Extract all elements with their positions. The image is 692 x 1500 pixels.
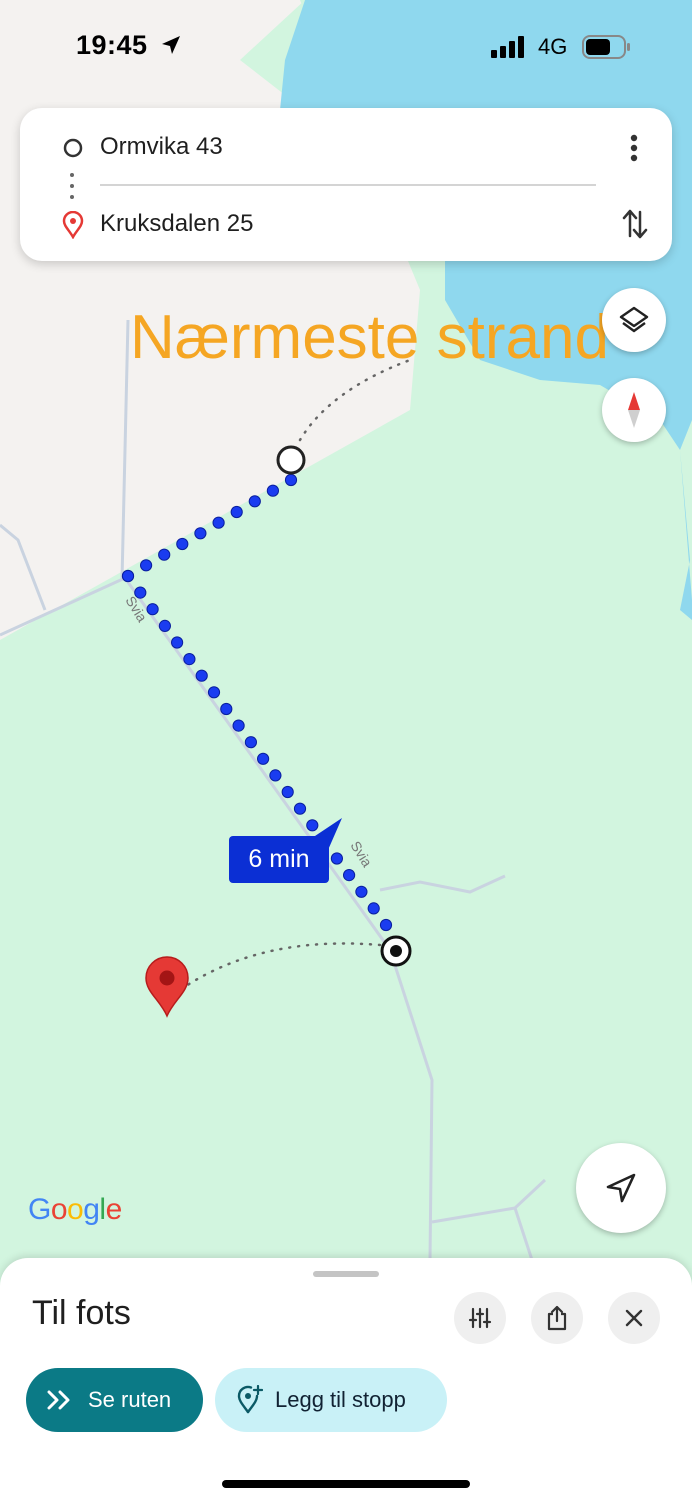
route-dot — [343, 869, 356, 882]
route-dot — [367, 902, 380, 915]
add-stop-label: Legg til stopp — [275, 1387, 406, 1412]
route-dot — [306, 819, 319, 832]
route-start-marker[interactable] — [276, 445, 306, 475]
route-dot — [379, 918, 393, 932]
route-dot — [194, 527, 207, 540]
route-end-marker[interactable] — [380, 935, 412, 967]
route-dot — [284, 473, 298, 487]
route-dot — [220, 702, 233, 716]
route-dot — [257, 752, 270, 765]
network-type: 4G — [538, 34, 568, 59]
route-dot — [281, 785, 294, 799]
share-button[interactable] — [531, 1292, 583, 1344]
layers-button[interactable] — [602, 288, 666, 352]
view-route-label: Se ruten — [88, 1387, 172, 1412]
signal-icon — [491, 36, 524, 58]
origin-circle-icon — [63, 138, 83, 158]
layers-icon — [619, 306, 649, 333]
clock: 19:45 — [76, 30, 148, 60]
home-indicator — [222, 1480, 470, 1488]
close-icon — [625, 1309, 643, 1327]
route-dot — [330, 852, 343, 865]
route-dot — [207, 686, 221, 699]
share-icon — [547, 1305, 567, 1331]
battery-icon — [582, 35, 630, 59]
my-location-icon — [606, 1173, 636, 1203]
route-dot — [171, 636, 184, 649]
view-route-button[interactable]: Se ruten — [26, 1368, 203, 1432]
chevrons-icon — [47, 1390, 70, 1410]
google-logo: Google — [28, 1193, 122, 1226]
close-button[interactable] — [608, 1292, 660, 1344]
options-button[interactable] — [454, 1292, 506, 1344]
route-dot — [248, 495, 261, 508]
route-dot — [355, 885, 368, 898]
navigation-arrow-icon — [162, 36, 180, 54]
connector-dots-icon — [70, 173, 74, 199]
filter-icon — [468, 1307, 492, 1329]
status-bar: 19:45 4G — [0, 0, 692, 95]
route-dot — [158, 548, 171, 561]
route-dot — [230, 505, 243, 519]
origin-field[interactable]: Ormvika 43 — [100, 133, 223, 161]
destination-pin-icon — [62, 211, 84, 239]
divider — [100, 184, 596, 186]
compass-button[interactable] — [602, 378, 666, 442]
route-dot — [293, 802, 307, 815]
my-location-button[interactable] — [576, 1143, 666, 1233]
bottom-sheet: Til fots Se ruten Legg til stopp — [0, 1258, 692, 1500]
route-dot — [121, 569, 135, 583]
route-dot — [176, 537, 189, 551]
annotation-text: Nærmeste strand — [130, 303, 609, 372]
route-dot — [244, 736, 257, 749]
route-card: Ormvika 43 Kruksdalen 25 — [20, 108, 672, 261]
compass-icon — [628, 392, 640, 428]
route-dot — [134, 586, 147, 599]
route-dot — [269, 769, 282, 782]
route-dot — [212, 516, 225, 529]
route-dot — [232, 719, 245, 732]
route-dot — [158, 619, 171, 633]
swap-icon[interactable] — [621, 206, 649, 242]
route-dot — [183, 653, 196, 666]
route-dot — [266, 484, 279, 497]
add-stop-icon — [237, 1385, 263, 1414]
sheet-handle[interactable] — [313, 1271, 379, 1277]
more-vert-icon[interactable] — [626, 134, 642, 162]
add-stop-button[interactable]: Legg til stopp — [215, 1368, 447, 1432]
duration-badge: 6 min — [229, 836, 329, 883]
route-dot — [146, 603, 159, 616]
travel-mode-title: Til fots — [32, 1294, 131, 1332]
route-dot — [140, 559, 153, 572]
destination-field[interactable]: Kruksdalen 25 — [100, 210, 253, 238]
route-dot — [195, 669, 208, 682]
